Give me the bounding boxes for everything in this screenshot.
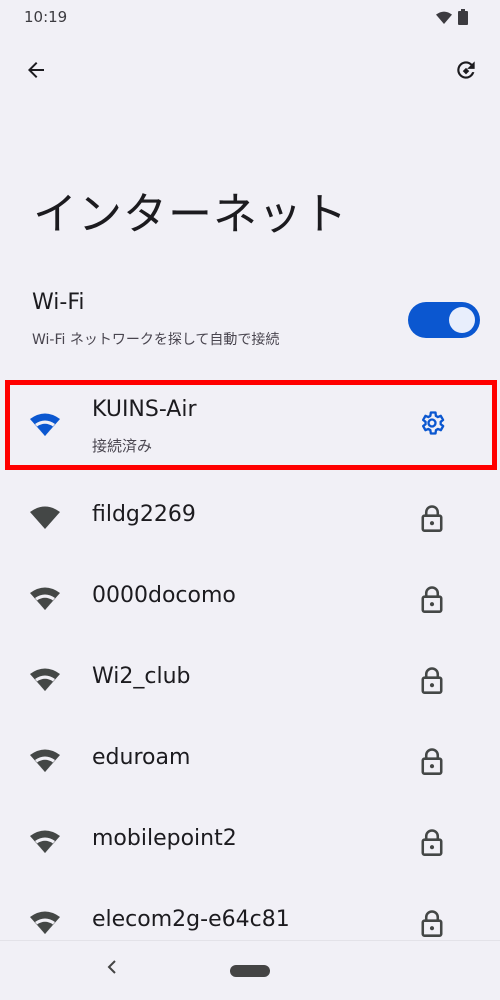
status-time: 10:19 [24,8,68,26]
status-icons [436,9,468,29]
wifi-signal-icon [28,501,62,535]
toggle-knob [449,307,475,333]
wifi-signal-icon [28,582,62,616]
lock-icon [418,746,446,776]
network-name: mobilepoint2 [92,826,237,851]
system-nav-bar [0,940,500,1000]
wifi-toggle-switch[interactable] [408,302,480,338]
wifi-signal-icon [28,663,62,697]
status-bar: 10:19 [0,0,500,36]
lock-icon [418,503,446,533]
nav-back-button[interactable] [100,957,124,981]
gear-icon [418,409,446,441]
network-name: fildg2269 [92,502,196,527]
network-settings-button[interactable] [416,409,448,441]
back-button[interactable] [20,56,52,88]
internet-settings-screen: 10:19 インターネット Wi-Fi Wi-Fi ネットワークを探して自動で接… [0,0,500,1000]
lock-icon [418,908,446,938]
wifi-signal-icon [28,906,62,940]
network-row[interactable]: 0000docomo [0,559,500,639]
network-row[interactable]: mobilepoint2 [0,802,500,882]
network-row[interactable]: eduroam [0,721,500,801]
wifi-subtitle: Wi-Fi ネットワークを探して自動で接続 [32,332,280,348]
wifi-signal-icon [28,408,62,442]
arrow-back-icon [24,58,48,86]
top-app-bar [0,48,500,96]
network-name: eduroam [92,745,191,770]
wifi-icon [436,10,452,29]
network-name: 0000docomo [92,583,236,608]
refresh-icon [453,57,479,87]
refresh-button[interactable] [450,56,482,88]
network-name: elecom2g-e64c81 [92,907,290,932]
battery-icon [458,9,468,29]
network-name: Wi2_club [92,664,191,689]
page-title: インターネット [33,189,348,240]
lock-icon [418,827,446,857]
wifi-signal-icon [28,825,62,859]
lock-icon [418,665,446,695]
connected-network-row[interactable]: KUINS-Air 接続済み [0,385,500,465]
network-status: 接続済み [92,437,153,455]
lock-icon [418,584,446,614]
wifi-signal-icon [28,744,62,778]
wifi-toggle-row[interactable]: Wi-Fi Wi-Fi ネットワークを探して自動で接続 [0,280,500,360]
network-row[interactable]: Wi2_club [0,640,500,720]
network-row[interactable]: fildg2269 [0,478,500,558]
wifi-label: Wi-Fi [32,290,85,315]
nav-back-icon [106,959,118,979]
home-pill-icon[interactable] [230,965,270,977]
network-name: KUINS-Air [92,397,197,422]
